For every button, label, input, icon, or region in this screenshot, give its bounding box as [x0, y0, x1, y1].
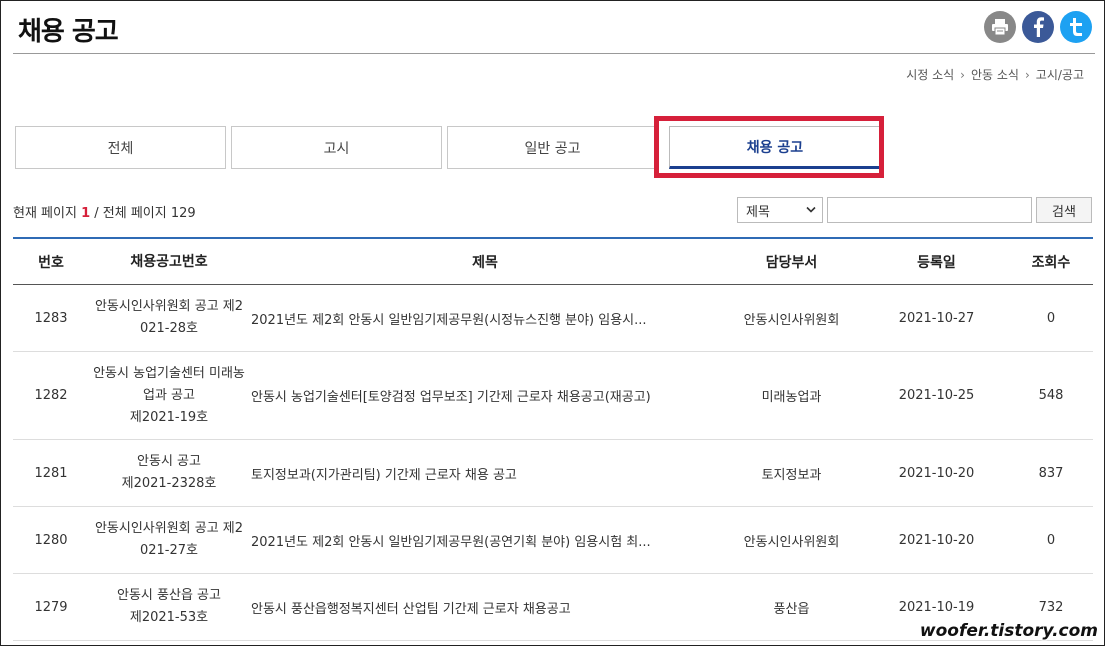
recruit-table: 번호 채용공고번호 제목 담당부서 등록일 조회수 1283 안동시인사위원회 …: [13, 237, 1093, 641]
table-row[interactable]: 1281 안동시 공고 제2021-2328호 토지정보과(지가관리팀) 기간제…: [13, 440, 1093, 507]
cell-title-link[interactable]: 2021년도 제2회 안동시 일반임기제공무원(시정뉴스진행 분야) 임용시..…: [249, 309, 719, 328]
notice-no-line: 업과 공고: [143, 387, 195, 403]
share-icons: [984, 11, 1092, 43]
cell-notice-no: 안동시인사위원회 공고 제2 021-27호: [89, 518, 249, 562]
page-title: 채용 공고: [18, 17, 119, 47]
cell-views: 0: [1046, 310, 1056, 326]
category-tabs: 전체 고시 일반 공고 채용 공고: [15, 126, 881, 169]
cell-no: 1280: [34, 532, 68, 548]
notice-no-line: 021-27호: [139, 543, 198, 558]
breadcrumb-item[interactable]: 고시/공고: [1036, 66, 1084, 83]
search-field-select[interactable]: 제목: [737, 197, 823, 223]
cell-no: 1279: [34, 599, 68, 615]
cell-views: 548: [1038, 388, 1064, 403]
facebook-icon[interactable]: [1022, 11, 1054, 43]
cell-views: 732: [1038, 599, 1064, 615]
tab-general[interactable]: 일반 공고: [447, 126, 658, 169]
breadcrumb-item[interactable]: 안동 소식: [971, 66, 1019, 83]
notice-no-line: 안동시인사위원회 공고 제2: [94, 521, 244, 536]
page-info-prefix: 현재 페이지: [13, 206, 77, 221]
print-icon[interactable]: [984, 11, 1016, 43]
cell-notice-no: 안동시 농업기술센터 미래농 업과 공고 제2021-19호: [89, 363, 249, 429]
total-pages: 129: [170, 206, 196, 221]
cell-date: 2021-10-19: [898, 599, 975, 615]
page-info-middle: / 전체 페이지: [94, 206, 167, 221]
cell-no: 1283: [34, 310, 68, 326]
cell-date: 2021-10-25: [898, 388, 975, 403]
cell-notice-no: 안동시인사위원회 공고 제2 021-28호: [89, 296, 249, 340]
title-divider: [13, 53, 1095, 54]
cell-views: 0: [1046, 532, 1056, 548]
cell-title-link[interactable]: 토지정보과(지가관리팀) 기간제 근로자 채용 공고: [249, 464, 719, 483]
header-no: 번호: [38, 254, 64, 271]
cell-title-link[interactable]: 안동시 농업기술센터[토양검정 업무보조] 기간제 근로자 채용공고(재공고): [249, 386, 719, 405]
current-page: 1: [81, 206, 91, 221]
breadcrumb: 시정 소식 › 안동 소식 › 고시/공고: [906, 66, 1084, 83]
tab-notice[interactable]: 고시: [231, 126, 442, 169]
twitter-icon[interactable]: [1060, 11, 1092, 43]
cell-dept: 안동시인사위원회: [743, 312, 840, 328]
header-title: 제목: [472, 254, 498, 271]
cell-dept: 안동시인사위원회: [743, 534, 840, 550]
header-date: 등록일: [917, 254, 956, 271]
cell-title-link[interactable]: 안동시 풍산읍행정복지센터 산업팀 기간제 근로자 채용공고: [249, 598, 719, 617]
table-row[interactable]: 1280 안동시인사위원회 공고 제2 021-27호 2021년도 제2회 안…: [13, 507, 1093, 574]
search-bar: 제목 검색: [737, 197, 1092, 223]
cell-title-link[interactable]: 2021년도 제2회 안동시 일반임기제공무원(공연기획 분야) 임용시험 최.…: [249, 531, 719, 550]
page-frame: 채용 공고 시정 소식 › 안동 소식 › 고시/공고 전체 고시 일반 공고 …: [0, 0, 1105, 646]
chevron-down-icon: [806, 206, 816, 213]
page-info: 현재 페이지 1 / 전체 페이지 129: [13, 202, 196, 221]
header-notice-no: 채용공고번호: [130, 253, 208, 270]
table-row[interactable]: 1282 안동시 농업기술센터 미래농 업과 공고 제2021-19호 안동시 …: [13, 352, 1093, 440]
notice-no-line: 021-28호: [139, 321, 198, 336]
cell-dept: 미래농업과: [761, 390, 822, 405]
notice-no-line: 제2021-2328호: [121, 476, 217, 491]
chevron-right-icon: ›: [1024, 67, 1030, 82]
breadcrumb-item[interactable]: 시정 소식: [906, 66, 954, 83]
cell-notice-no: 안동시 공고 제2021-2328호: [89, 451, 249, 495]
table-row[interactable]: 1283 안동시인사위원회 공고 제2 021-28호 2021년도 제2회 안…: [13, 285, 1093, 352]
cell-dept: 토지정보과: [761, 467, 822, 483]
header-views: 조회수: [1031, 254, 1071, 271]
cell-date: 2021-10-27: [898, 310, 975, 326]
tab-all[interactable]: 전체: [15, 126, 226, 169]
notice-no-line: 안동시 공고: [137, 454, 201, 469]
notice-no-line: 안동시 농업기술센터 미래농: [93, 365, 245, 381]
search-field-value: 제목: [746, 204, 770, 220]
tab-recruit[interactable]: 채용 공고: [669, 126, 881, 169]
notice-no-line: 제2021-19호: [129, 409, 209, 425]
cell-notice-no: 안동시 풍산읍 공고 제2021-53호: [89, 585, 249, 629]
search-button[interactable]: 검색: [1036, 197, 1092, 223]
search-input[interactable]: [827, 197, 1032, 223]
notice-no-line: 안동시인사위원회 공고 제2: [94, 299, 244, 314]
notice-no-line: 제2021-53호: [129, 610, 209, 625]
cell-dept: 풍산읍: [773, 601, 810, 617]
notice-no-line: 안동시 풍산읍 공고: [117, 588, 221, 603]
cell-date: 2021-10-20: [898, 465, 975, 481]
cell-no: 1282: [34, 388, 68, 403]
chevron-right-icon: ›: [960, 67, 965, 82]
cell-views: 837: [1038, 465, 1064, 481]
watermark: woofer.tistory.com: [919, 621, 1098, 641]
cell-date: 2021-10-20: [898, 532, 975, 548]
header-dept: 담당부서: [765, 254, 818, 271]
cell-no: 1281: [34, 465, 68, 481]
table-header: 번호 채용공고번호 제목 담당부서 등록일 조회수: [13, 239, 1093, 285]
